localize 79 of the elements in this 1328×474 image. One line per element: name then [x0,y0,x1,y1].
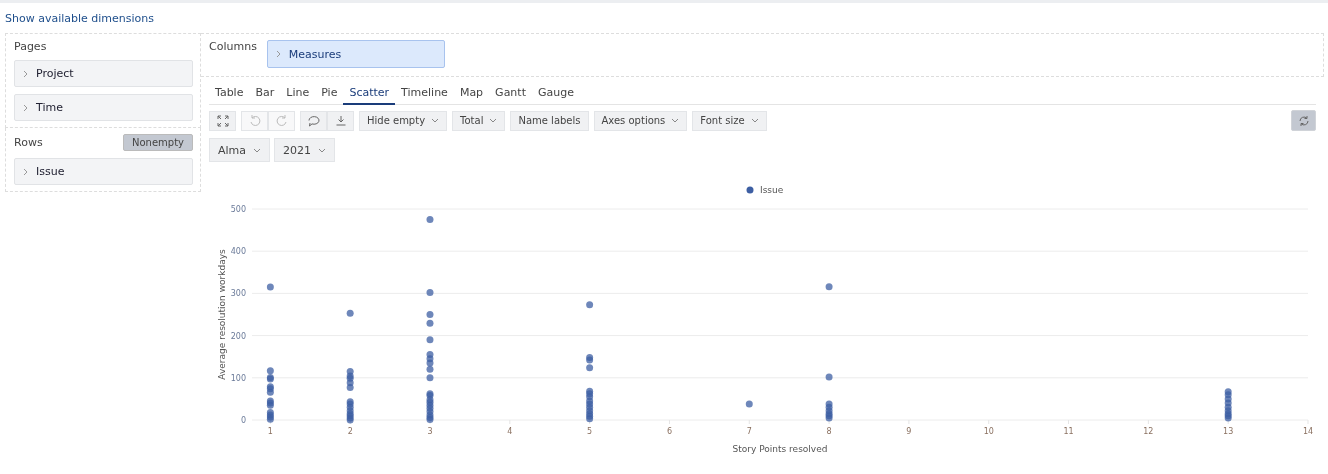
y-tick-label: 100 [230,373,246,383]
option-button[interactable]: Hide empty [359,110,448,131]
caret-icon [671,118,680,123]
chevron-icon [23,69,28,78]
section-title: Rows [14,136,43,149]
data-point [346,309,354,317]
option-button[interactable]: Total [452,110,506,131]
caret-icon [431,118,440,123]
refresh-button[interactable] [1291,110,1316,131]
data-point [745,400,753,408]
x-tick-label: 1 [267,427,273,436]
chart-type-tab[interactable]: Gantt [489,83,532,105]
x-tick-label: 2 [347,427,353,436]
chip-label: Time [36,101,63,114]
chart-type-tab[interactable]: Bar [249,83,281,105]
x-tick-label: 13 [1223,427,1234,436]
show-dimensions-link[interactable]: Show available dimensions [5,12,155,25]
x-tick-label: 11 [1063,427,1074,436]
option-button[interactable]: Name labels [510,110,589,131]
y-tick-label: 400 [230,247,246,257]
dimension-chip[interactable]: Time [14,94,193,121]
dimension-chip[interactable]: Measures [266,40,445,68]
chip-label: Issue [36,165,65,178]
chart-type-tab[interactable]: Pie [315,83,344,105]
y-tick-label: 300 [230,289,246,299]
filter-dropdown[interactable]: 2021 [274,138,336,162]
x-tick-label: 3 [427,427,433,436]
x-tick-label: 12 [1143,427,1154,436]
chart-type-tab[interactable]: Map [453,83,490,105]
data-point [426,289,434,297]
caret-icon [253,147,262,153]
section-title: Pages [14,40,48,53]
filter-dropdown[interactable]: Alma [209,138,271,162]
y-axis-title: Average resolution workdays [217,249,227,380]
download-button[interactable] [327,110,354,131]
chip-label: Measures [288,47,342,61]
y-tick-label: 200 [230,331,246,341]
x-tick-label: 5 [587,427,593,436]
chart-type-tab[interactable]: Gauge [532,83,580,105]
x-tick-label: 4 [507,427,513,436]
y-tick-label: 500 [230,205,246,214]
data-point [825,283,833,291]
chip-label: Project [36,67,74,80]
x-tick-label: 6 [666,427,672,436]
refresh-icon [1297,114,1310,127]
comment-button[interactable] [300,110,327,131]
chevron-icon [23,167,28,176]
legend-label[interactable]: Issue [760,185,784,195]
chart-type-tab[interactable]: Line [280,83,316,105]
y-tick-label: 0 [240,416,246,425]
nonempty-button[interactable]: Nonempty [122,134,193,151]
caret-icon [489,118,498,123]
x-tick-label: 14 [1302,427,1314,436]
x-tick-label: 8 [826,427,832,436]
redo-icon [274,113,289,128]
fullscreen-button[interactable] [209,110,236,131]
data-point [266,283,274,291]
section-title: Columns [209,40,257,55]
x-tick-label: 9 [906,427,912,436]
option-button[interactable]: Font size [692,110,767,131]
x-tick-label: 10 [983,427,994,436]
chart-type-tab[interactable]: Timeline [395,83,454,105]
data-point [426,216,434,224]
chart-type-tab[interactable]: Table [209,83,250,105]
comment-icon [306,113,321,128]
caret-icon [318,147,327,153]
dimension-chip[interactable]: Issue [14,158,193,185]
data-point [426,336,434,344]
option-button[interactable]: Axes options [593,110,688,131]
data-point [586,301,594,309]
x-tick-label: 7 [746,427,752,436]
x-axis-title: Story Points resolved [732,444,828,454]
fullscreen-icon [215,113,230,128]
chevron-icon [275,50,281,58]
dimension-chip[interactable]: Project [14,60,193,87]
data-point [825,373,833,381]
caret-icon [750,118,759,123]
chart-type-tab[interactable]: Scatter [343,83,396,105]
chevron-icon [23,103,28,112]
